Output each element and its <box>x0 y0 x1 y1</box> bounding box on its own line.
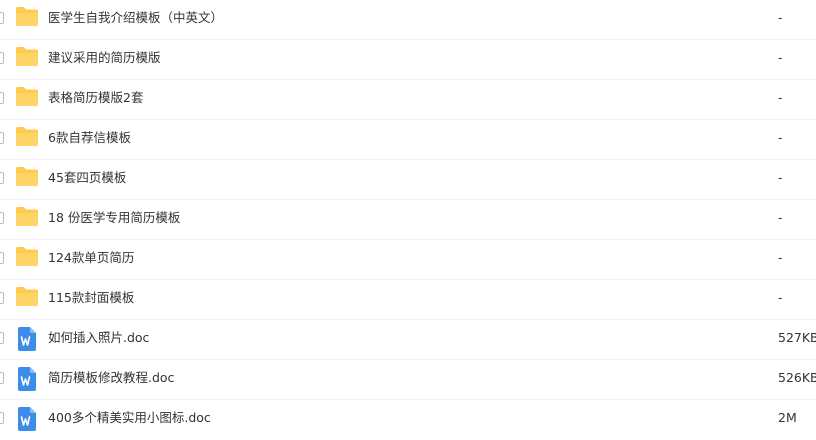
row-checkbox[interactable] <box>0 172 4 184</box>
file-size: - <box>778 170 783 185</box>
folder-icon <box>16 207 38 226</box>
file-size: - <box>778 90 783 105</box>
row-checkbox[interactable] <box>0 292 4 304</box>
file-row[interactable]: 建议采用的简历模版 - <box>0 40 816 80</box>
file-row[interactable]: 表格简历模版2套 - <box>0 80 816 120</box>
file-row[interactable]: 6款自荐信模板 - <box>0 120 816 160</box>
file-row[interactable]: 如何插入照片.doc 527KB <box>0 320 816 360</box>
file-size: 527KB <box>778 330 816 345</box>
file-row[interactable]: 115款封面模板 - <box>0 280 816 320</box>
file-size: 2M <box>778 410 797 425</box>
row-checkbox[interactable] <box>0 52 4 64</box>
file-name[interactable]: 124款单页简历 <box>48 240 134 276</box>
folder-icon <box>16 247 38 266</box>
file-name[interactable]: 医学生自我介绍模板（中英文） <box>48 0 223 36</box>
file-name[interactable]: 6款自荐信模板 <box>48 120 131 156</box>
file-row[interactable]: 45套四页模板 - <box>0 160 816 200</box>
row-checkbox[interactable] <box>0 92 4 104</box>
file-name[interactable]: 简历模板修改教程.doc <box>48 360 174 396</box>
file-row[interactable]: 124款单页简历 - <box>0 240 816 280</box>
file-name[interactable]: 45套四页模板 <box>48 160 126 196</box>
file-list: 医学生自我介绍模板（中英文） - 建议采用的简历模版 - 表格简历模版2套 - … <box>0 0 816 440</box>
file-size: - <box>778 250 783 265</box>
row-checkbox[interactable] <box>0 12 4 24</box>
file-row[interactable]: 医学生自我介绍模板（中英文） - <box>0 0 816 40</box>
folder-icon <box>16 7 38 26</box>
row-checkbox[interactable] <box>0 132 4 144</box>
file-size: 526KB <box>778 370 816 385</box>
file-name[interactable]: 18 份医学专用简历模板 <box>48 200 180 236</box>
row-checkbox[interactable] <box>0 372 4 384</box>
row-checkbox[interactable] <box>0 212 4 224</box>
file-size: - <box>778 290 783 305</box>
row-checkbox[interactable] <box>0 332 4 344</box>
folder-icon <box>16 127 38 146</box>
file-name[interactable]: 115款封面模板 <box>48 280 134 316</box>
file-name[interactable]: 建议采用的简历模版 <box>48 40 161 76</box>
file-name[interactable]: 如何插入照片.doc <box>48 320 149 356</box>
file-size: - <box>778 210 783 225</box>
row-checkbox[interactable] <box>0 252 4 264</box>
file-row[interactable]: 简历模板修改教程.doc 526KB <box>0 360 816 400</box>
file-row[interactable]: 400多个精美实用小图标.doc 2M <box>0 400 816 440</box>
file-row[interactable]: 18 份医学专用简历模板 - <box>0 200 816 240</box>
file-name[interactable]: 表格简历模版2套 <box>48 80 143 116</box>
folder-icon <box>16 167 38 186</box>
file-name[interactable]: 400多个精美实用小图标.doc <box>48 400 211 436</box>
word-doc-icon <box>18 367 36 391</box>
folder-icon <box>16 47 38 66</box>
word-doc-icon <box>18 407 36 431</box>
word-doc-icon <box>18 327 36 351</box>
folder-icon <box>16 87 38 106</box>
file-size: - <box>778 10 783 25</box>
file-size: - <box>778 130 783 145</box>
row-checkbox[interactable] <box>0 412 4 424</box>
folder-icon <box>16 287 38 306</box>
file-size: - <box>778 50 783 65</box>
